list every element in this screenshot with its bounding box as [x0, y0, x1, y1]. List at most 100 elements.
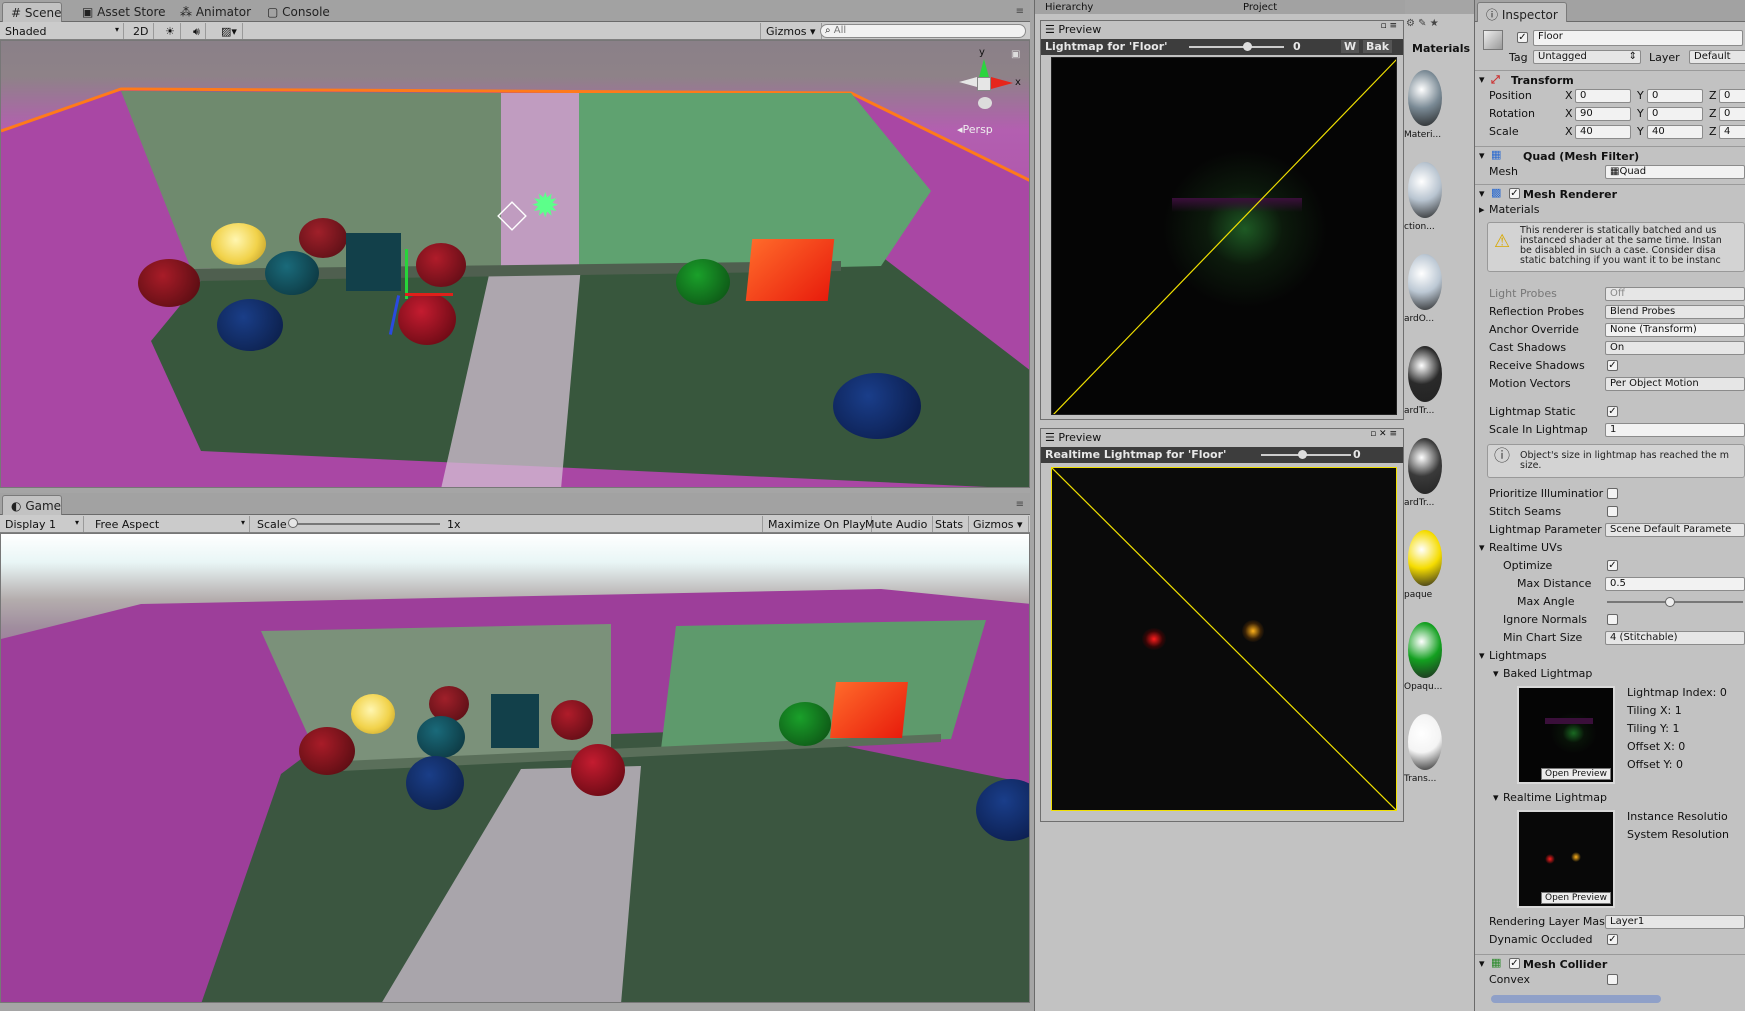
project-toolbar-icons[interactable]: ⚙ ✎ ★: [1406, 18, 1439, 29]
material-thumbnail[interactable]: [1408, 346, 1442, 402]
exposure-slider[interactable]: [1189, 46, 1284, 48]
realtime-uvs-foldout[interactable]: ▾ Realtime UVs: [1475, 540, 1745, 556]
materials-foldout[interactable]: ▸ Materials: [1475, 202, 1745, 218]
tab-scene[interactable]: # Scene: [2, 2, 62, 22]
receive-shadows-checkbox[interactable]: ✓: [1607, 360, 1618, 371]
mesh-renderer-header[interactable]: ▾ ▩ ✓ Mesh Renderer: [1475, 184, 1745, 202]
rendering-layer-dropdown[interactable]: Layer1: [1605, 915, 1745, 929]
material-thumbnail[interactable]: [1408, 162, 1442, 218]
y-field[interactable]: 0: [1647, 107, 1703, 121]
wireframe-button[interactable]: W: [1341, 40, 1360, 53]
prioritize-checkbox[interactable]: [1607, 488, 1618, 499]
cast-shadows-dropdown[interactable]: On: [1605, 341, 1745, 355]
neg-x-cone-icon[interactable]: [959, 77, 977, 87]
panel-menu-icon[interactable]: ▫ ≡: [1380, 21, 1397, 31]
y-field[interactable]: 0: [1647, 89, 1703, 103]
ignore-normals-checkbox[interactable]: [1607, 614, 1618, 625]
scene-gizmos-dropdown[interactable]: Gizmos ▾: [760, 23, 822, 39]
game-gizmos-dropdown[interactable]: Gizmos ▾: [968, 516, 1029, 532]
open-preview-button[interactable]: Open Preview: [1541, 892, 1611, 904]
scale-in-lightmap-field[interactable]: 1: [1605, 423, 1745, 437]
lightmap-parameters-dropdown[interactable]: Scene Default Paramete: [1605, 523, 1745, 537]
orientation-gizmo[interactable]: y x ◂Persp: [951, 47, 1027, 139]
scene-viewport[interactable]: ✹ y x ◂Persp ▣: [0, 40, 1030, 488]
lock-icon[interactable]: ▣: [1011, 49, 1020, 60]
effects-dropdown-icon[interactable]: ▨▾: [216, 23, 243, 39]
material-thumbnail[interactable]: [1408, 530, 1442, 586]
move-tool-gizmo[interactable]: [383, 249, 453, 335]
preview-tab[interactable]: ☰ Preview: [1045, 23, 1101, 36]
optimize-checkbox[interactable]: ✓: [1607, 560, 1618, 571]
center-cube-icon[interactable]: [977, 77, 991, 91]
realtime-lightmap-foldout[interactable]: ▾ Realtime Lightmap: [1475, 790, 1745, 806]
tab-inspector[interactable]: ⓘ Inspector: [1477, 2, 1567, 22]
preview-tab[interactable]: ☰ Preview: [1045, 431, 1101, 444]
anchor-override-field[interactable]: None (Transform): [1605, 323, 1745, 337]
open-preview-button[interactable]: Open Preview: [1541, 768, 1611, 780]
scale-slider-thumb[interactable]: [288, 518, 298, 528]
material-thumbnail[interactable]: [1408, 438, 1442, 494]
tab-animator[interactable]: ⁂ Animator: [172, 2, 259, 22]
mesh-renderer-enabled-checkbox[interactable]: ✓: [1509, 188, 1520, 199]
max-angle-slider-thumb[interactable]: [1665, 597, 1675, 607]
x-field[interactable]: 0: [1575, 89, 1631, 103]
lightmap-static-checkbox[interactable]: ✓: [1607, 406, 1618, 417]
tab-asset-store[interactable]: ▣ Asset Store: [74, 2, 174, 22]
light-probes-dropdown[interactable]: Off: [1605, 287, 1745, 301]
z-axis-handle[interactable]: [388, 295, 401, 335]
shading-mode-dropdown[interactable]: Shaded ▾: [0, 23, 124, 39]
tab-hierarchy[interactable]: Hierarchy: [1045, 2, 1093, 13]
scale-slider[interactable]: [292, 523, 440, 525]
z-field[interactable]: 4: [1719, 125, 1745, 139]
light-gizmo-icon[interactable]: ✹: [531, 189, 560, 223]
x-field[interactable]: 90: [1575, 107, 1631, 121]
x-axis-handle[interactable]: [405, 293, 453, 296]
realtime-lightmap-thumbnail[interactable]: Open Preview: [1517, 810, 1615, 908]
material-thumbnail[interactable]: [1408, 714, 1442, 770]
aspect-dropdown[interactable]: Free Aspect ▾: [90, 516, 250, 532]
y-axis-handle[interactable]: [405, 249, 408, 299]
tab-game[interactable]: ◐ Game: [2, 495, 62, 515]
mesh-field[interactable]: ▦Quad: [1605, 165, 1745, 179]
persp-label[interactable]: ◂Persp: [957, 123, 993, 136]
tab-console[interactable]: ▢ Console: [259, 2, 338, 22]
transform-header[interactable]: ▾ ⤢ Transform: [1475, 70, 1745, 88]
z-field[interactable]: 0: [1719, 107, 1745, 121]
exposure-slider-thumb[interactable]: [1243, 42, 1252, 51]
exposure-slider-thumb[interactable]: [1298, 450, 1307, 459]
max-angle-slider[interactable]: [1607, 601, 1743, 603]
baked-lightmap-foldout[interactable]: ▾ Baked Lightmap: [1475, 666, 1745, 682]
convex-checkbox[interactable]: [1607, 974, 1618, 985]
bake-dropdown[interactable]: Bak: [1363, 40, 1393, 53]
panel-menu-icon[interactable]: ▫ ✕ ≡: [1370, 429, 1397, 439]
horizontal-scrollbar[interactable]: [1491, 995, 1661, 1003]
motion-vectors-dropdown[interactable]: Per Object Motion: [1605, 377, 1745, 391]
audio-toggle-icon[interactable]: 🔊︎: [188, 23, 206, 39]
material-thumbnail[interactable]: [1408, 622, 1442, 678]
mode-2d-toggle[interactable]: 2D: [128, 23, 155, 39]
neg-y-cone-icon[interactable]: [978, 97, 992, 109]
tag-dropdown[interactable]: Untagged ⇕: [1533, 50, 1641, 64]
min-chart-size-dropdown[interactable]: 4 (Stitchable): [1605, 631, 1745, 645]
reflection-probes-dropdown[interactable]: Blend Probes: [1605, 305, 1745, 319]
maximize-on-play-button[interactable]: Maximize On Play: [762, 516, 872, 532]
stats-button[interactable]: Stats: [930, 516, 970, 532]
z-field[interactable]: 0: [1719, 89, 1745, 103]
baked-lightmap-thumbnail[interactable]: Open Preview: [1517, 686, 1615, 784]
baked-lightmap-canvas[interactable]: [1051, 57, 1397, 415]
mesh-collider-enabled-checkbox[interactable]: ✓: [1509, 958, 1520, 969]
y-field[interactable]: 40: [1647, 125, 1703, 139]
object-name-field[interactable]: Floor: [1533, 30, 1743, 46]
game-viewport[interactable]: [0, 533, 1030, 1003]
dynamic-occluded-checkbox[interactable]: ✓: [1607, 934, 1618, 945]
panel-menu-icon[interactable]: ≡: [1016, 6, 1024, 17]
active-checkbox[interactable]: ✓: [1517, 32, 1528, 43]
mute-audio-button[interactable]: Mute Audio: [860, 516, 934, 532]
display-dropdown[interactable]: Display 1 ▾: [0, 516, 84, 532]
material-thumbnail[interactable]: [1408, 70, 1442, 126]
layer-dropdown[interactable]: Default: [1689, 50, 1745, 64]
x-cone-icon[interactable]: [991, 77, 1013, 89]
tab-project[interactable]: Project: [1243, 2, 1277, 13]
lighting-toggle-icon[interactable]: ☀: [160, 23, 181, 39]
lightmaps-foldout[interactable]: ▾ Lightmaps: [1475, 648, 1745, 664]
